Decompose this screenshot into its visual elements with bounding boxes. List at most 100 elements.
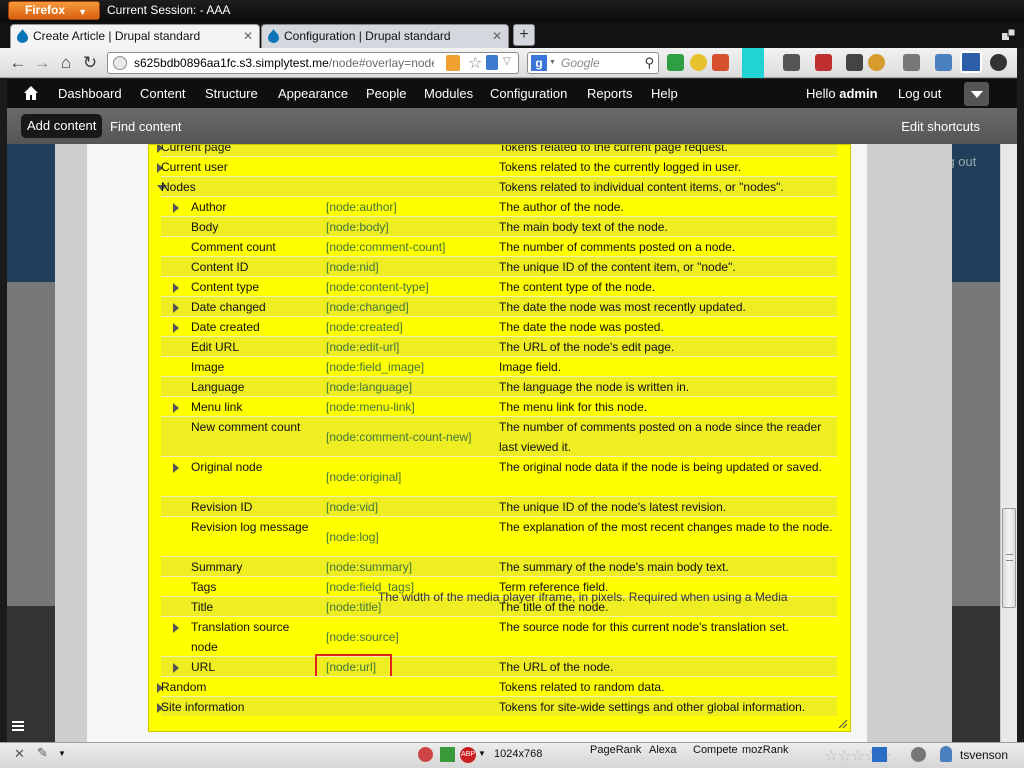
home-icon[interactable]: ⌂ [56,53,76,73]
token-value[interactable]: [node:title] [326,597,381,617]
tab-create-article[interactable]: Create Article | Drupal standard ✕ [10,24,260,48]
adblock-icon[interactable]: ABP [460,747,476,763]
addon-icon[interactable] [872,747,887,762]
menu-help[interactable]: Help [651,86,678,101]
expand-arrow-icon[interactable] [173,623,179,633]
tab-configuration[interactable]: Configuration | Drupal standard ✕ [261,24,509,48]
addon-icon[interactable] [868,54,885,71]
token-value[interactable]: [node:comment-count-new] [326,427,471,447]
token-row[interactable]: Nodes Tokens related to individual conten… [157,176,837,196]
token-row[interactable]: Content type [node:content-type] The conte… [161,276,837,296]
logout-link[interactable]: Log out [898,86,941,101]
menu-appearance[interactable]: Appearance [278,86,348,101]
token-row[interactable]: Date created [node:created] The date the n… [161,316,837,336]
token-value[interactable]: [node:nid] [326,257,379,277]
menu-content[interactable]: Content [140,86,186,101]
url-text[interactable]: s625bdb0896aa1fc.s3.simplytest.me/node#o… [134,56,434,70]
token-row[interactable]: Translation source node [node:source] The … [161,616,837,656]
token-row[interactable]: Comment count [node:comment-count] The num… [161,236,837,256]
token-value[interactable]: [node:original] [326,467,401,487]
shortcuts-toggle-button[interactable] [964,82,989,106]
addon-icon[interactable] [712,54,729,71]
expand-arrow-icon[interactable] [173,463,179,473]
token-value[interactable]: [node:menu-link] [326,397,415,417]
lock-icon[interactable] [815,54,832,71]
expand-arrow-icon[interactable] [173,203,179,213]
token-row[interactable]: Current user Tokens related to the curren… [157,156,837,176]
menu-drawer-icon[interactable] [11,719,25,733]
expand-arrow-icon[interactable] [173,663,179,673]
token-value[interactable]: [node:edit-url] [326,337,399,357]
new-tab-button[interactable]: + [513,24,535,46]
pagerank-label[interactable]: PageRank [590,744,641,756]
back-arrow-icon[interactable]: ← [8,53,28,73]
screenshot-icon[interactable] [846,54,863,71]
close-icon[interactable]: ✕ [492,25,502,47]
token-row[interactable]: Menu link [node:menu-link] The menu link f… [161,396,837,416]
reload-icon[interactable]: ↻ [80,53,100,73]
menu-dashboard[interactable]: Dashboard [58,86,122,101]
addon-icon[interactable] [690,54,707,71]
gear-icon[interactable] [911,747,926,762]
search-icon[interactable]: ⚲ [644,55,654,71]
menu-structure[interactable]: Structure [205,86,258,101]
menu-configuration[interactable]: Configuration [490,86,567,101]
scrollbar-thumb[interactable] [1002,508,1016,608]
puzzle-icon[interactable] [440,747,455,762]
token-row[interactable]: New comment count [node:comment-count-new… [161,416,837,456]
expand-arrow-icon[interactable] [173,283,179,293]
token-value[interactable]: [node:log] [326,527,379,547]
token-row[interactable]: Revision ID [node:vid] The unique ID of th… [161,496,837,516]
addon-icon[interactable] [990,54,1007,71]
addon-icon[interactable] [446,55,460,71]
resize-grip-icon[interactable] [836,717,848,729]
compete-label[interactable]: Compete [693,744,738,756]
token-row[interactable]: Edit URL [node:edit-url] The URL of the no… [161,336,837,356]
token-value[interactable]: [node:vid] [326,497,378,517]
user-icon[interactable] [935,54,952,71]
close-icon[interactable]: ✕ [243,25,253,47]
shortcut-find-content[interactable]: Find content [110,119,182,134]
shortcut-add-content[interactable]: Add content [21,114,103,138]
token-row[interactable]: Original node [node:original] The original… [161,456,837,496]
expand-arrow-icon[interactable] [173,323,179,333]
chevron-down-icon[interactable]: ▼ [549,59,556,66]
token-row[interactable]: Site information Tokens for site-wide set… [157,696,837,716]
menu-people[interactable]: People [366,86,406,101]
expand-arrow-icon[interactable] [173,303,179,313]
home-icon[interactable] [22,84,40,102]
token-row[interactable]: Image [node:field_image] Image field. [161,356,837,376]
counter-icon[interactable] [960,51,982,73]
download-icon[interactable] [667,54,684,71]
token-value[interactable]: [node:language] [326,377,412,397]
token-value[interactable]: [node:changed] [326,297,409,317]
token-row[interactable]: Revision log message [node:log] The explan… [161,516,837,556]
token-row[interactable]: Content ID [node:nid] The unique ID of the… [161,256,837,276]
token-row[interactable]: Random Tokens related to random data. [157,676,837,696]
token-value[interactable]: [node:author] [326,197,397,217]
close-icon[interactable]: ✕ [14,746,25,762]
token-row[interactable]: Language [node:language] The language the … [161,376,837,396]
token-value[interactable]: [node:created] [326,317,403,337]
token-value[interactable]: [node:source] [326,627,399,647]
bookmark-star-icon[interactable]: ☆ [468,53,482,73]
url-bar[interactable]: s625bdb0896aa1fc.s3.simplytest.me/node#o… [107,52,519,74]
record-icon[interactable] [418,747,433,762]
token-value[interactable]: [node:content-type] [326,277,429,297]
bookmarks-icon[interactable] [783,54,800,71]
mozrank-label[interactable]: mozRank [742,744,788,756]
edit-shortcuts-link[interactable]: Edit shortcuts [901,119,980,134]
menu-reports[interactable]: Reports [587,86,633,101]
token-value[interactable]: [node:field_image] [326,357,424,377]
firefox-menu-button[interactable]: Firefox ▼ [8,1,100,20]
expand-arrow-icon[interactable] [173,403,179,413]
user-name[interactable]: admin [839,86,877,101]
forward-arrow-icon[interactable]: → [32,53,52,73]
chevron-down-icon[interactable]: ▼ [478,749,486,758]
token-row[interactable]: URL [node:url] The URL of the node. [161,654,837,680]
chevron-down-icon[interactable]: ▽ [503,56,511,67]
chevron-down-icon[interactable]: ▼ [58,749,66,758]
tab-list-icon[interactable] [1002,28,1016,42]
token-row[interactable]: Summary [node:summary] The summary of the … [161,556,837,576]
token-value[interactable]: [node:body] [326,217,389,237]
